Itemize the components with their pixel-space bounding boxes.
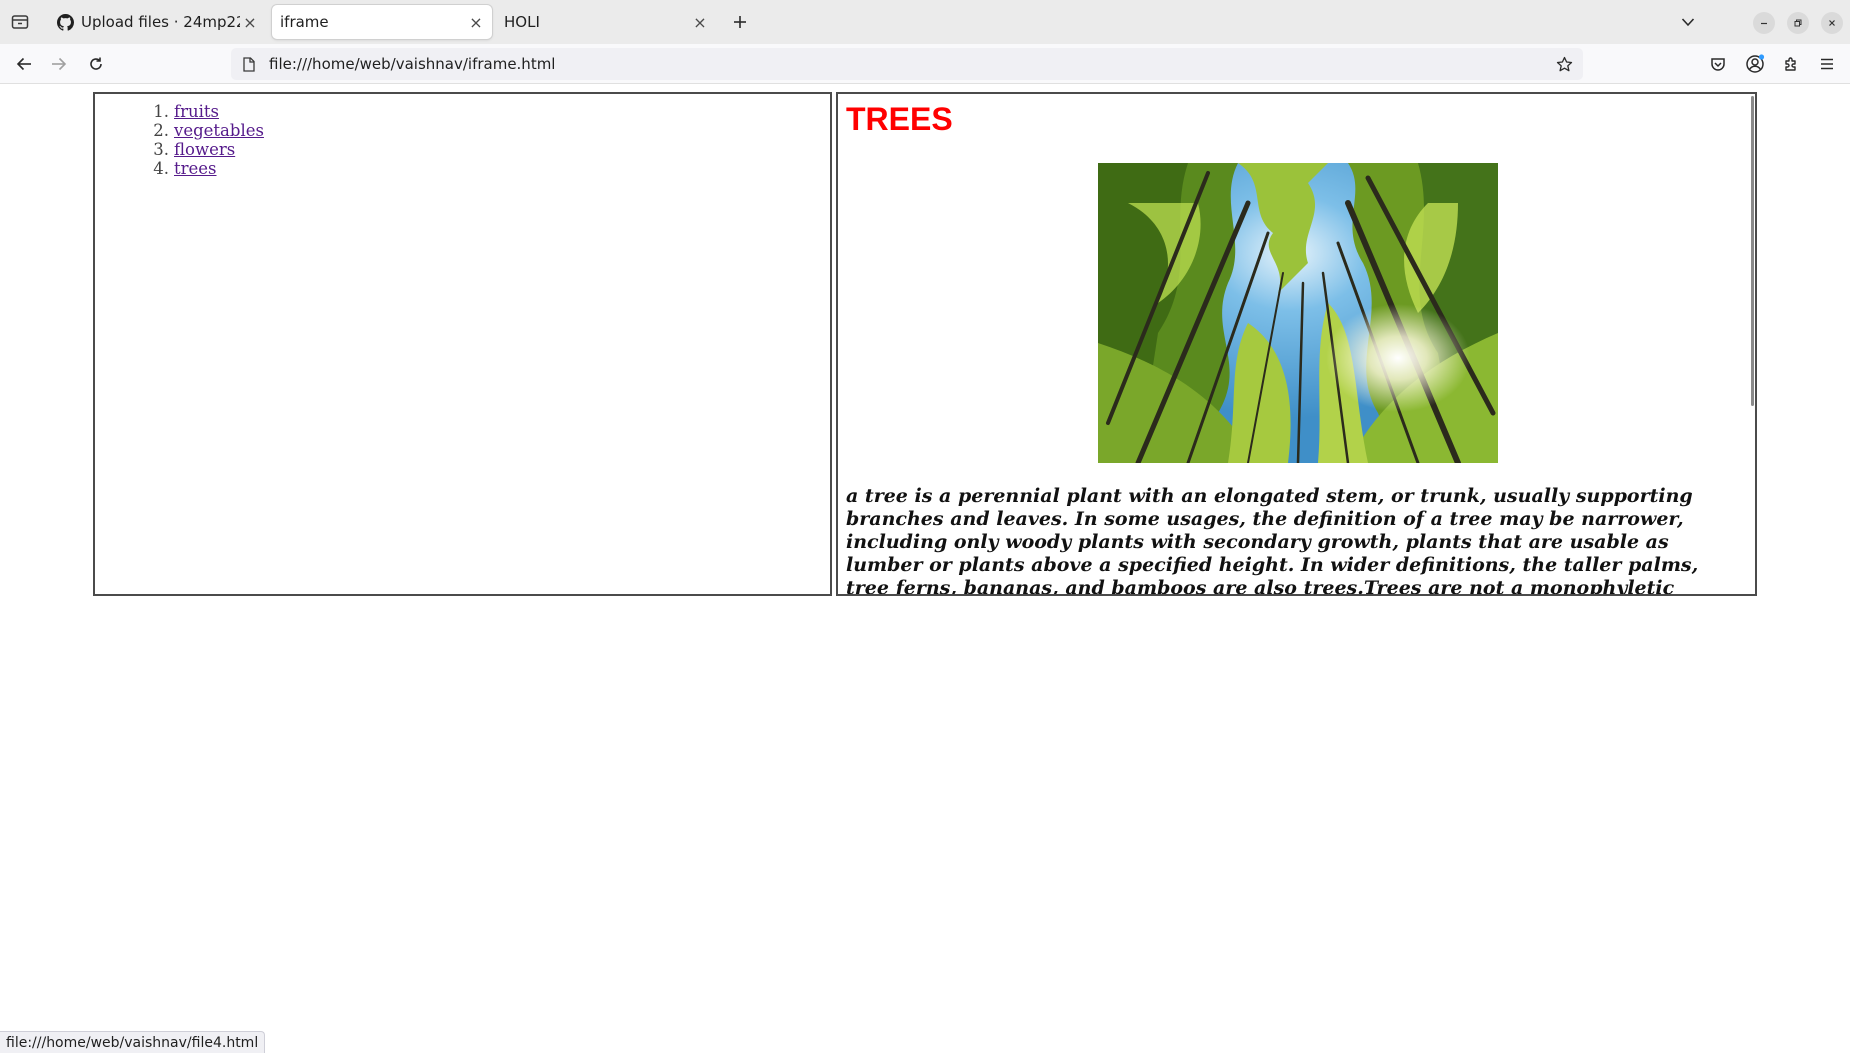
list-all-tabs-button[interactable] [1676,11,1700,33]
url-bar[interactable]: file:///home/web/vaishnav/iframe.html [231,48,1583,80]
forward-arrow-icon [52,57,67,71]
tab-title: Upload files · 24mp2285/ [81,13,240,31]
status-bar: file:///home/web/vaishnav/file4.html [0,1031,266,1053]
scrollbar[interactable] [1748,96,1754,406]
reload-icon [90,57,102,70]
nav-list: 1. fruits 2. vegetables 3. flowers 4. tr… [145,102,264,178]
trees-link[interactable]: trees [174,159,217,178]
list-number: 4. [153,159,169,178]
vegetables-link[interactable]: vegetables [174,121,264,140]
close-window-button[interactable] [1821,12,1843,34]
pocket-icon [1711,57,1725,71]
close-tab-icon[interactable]: × [466,12,486,32]
github-icon [56,13,74,31]
close-tab-icon[interactable]: × [690,12,710,32]
restore-icon [1794,19,1802,27]
page-title: TREES [846,101,953,137]
content-body: TREES a tree is a perennial plant with a… [846,100,1746,594]
list-item: 3. flowers [145,140,264,159]
minimize-icon [1761,22,1767,25]
bookmark-star-icon[interactable] [1553,53,1575,75]
forest-canopy-image [1098,163,1498,463]
navigation-toolbar: file:///home/web/vaishnav/iframe.html [0,44,1850,84]
tab-iframe[interactable]: iframe × [272,5,492,39]
nav-iframe[interactable]: 1. fruits 2. vegetables 3. flowers 4. tr… [93,92,832,596]
firefox-view-icon [11,15,29,29]
scrollbar-thumb[interactable] [1751,96,1754,406]
hamburger-menu-icon [1821,58,1833,70]
tree-description: a tree is a perennial plant with an elon… [846,485,1699,596]
fruits-link[interactable]: fruits [174,102,219,121]
status-url: file:///home/web/vaishnav/file4.html [6,1034,259,1051]
list-number: 1. [153,102,169,121]
extensions-button[interactable] [1777,50,1805,78]
close-tab-icon[interactable]: × [240,12,260,32]
back-button[interactable] [10,50,38,78]
restore-button[interactable] [1787,12,1809,34]
list-item: 4. trees [145,159,264,178]
reload-button[interactable] [82,50,110,78]
tab-strip: Upload files · 24mp2285/ × iframe × HOLI… [0,0,1850,44]
new-tab-button[interactable] [728,10,752,34]
tab-title: HOLI [504,13,540,31]
list-item: 1. fruits [145,102,264,121]
list-number: 2. [153,121,169,140]
list-item: 2. vegetables [145,121,264,140]
pocket-button[interactable] [1704,50,1732,78]
forest-canopy-photo [1098,163,1498,463]
tab-holi[interactable]: HOLI × [496,5,714,39]
plus-icon [734,16,746,28]
firefox-view-button[interactable] [6,10,34,34]
back-arrow-icon [16,57,31,71]
app-menu-button[interactable] [1813,50,1841,78]
page-content: 1. fruits 2. vegetables 3. flowers 4. tr… [0,85,1850,1053]
list-number: 3. [153,140,169,159]
forward-button[interactable] [45,50,73,78]
chevron-down-icon [1681,18,1695,27]
tab-upload-files[interactable]: Upload files · 24mp2285/ × [46,5,264,39]
page-icon [239,54,259,74]
account-button[interactable] [1741,50,1769,78]
content-iframe[interactable]: TREES a tree is a perennial plant with a… [836,92,1757,596]
puzzle-piece-icon [1785,57,1796,71]
minimize-button[interactable] [1753,12,1775,34]
url-text[interactable]: file:///home/web/vaishnav/iframe.html [269,55,555,73]
tab-title: iframe [280,13,329,31]
flowers-link[interactable]: flowers [174,140,235,159]
close-icon [1829,20,1835,26]
account-icon [1746,54,1765,73]
